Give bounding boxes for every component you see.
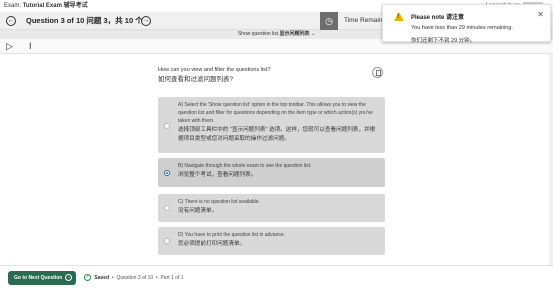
check-circle-icon: ✓ xyxy=(84,274,91,282)
toast-title: Please note 请注意 xyxy=(411,15,465,21)
answer-option-c[interactable]: C) There is no question list available. … xyxy=(158,194,385,222)
close-icon[interactable]: ✕ xyxy=(537,11,544,19)
option-letter: C) xyxy=(178,199,184,205)
arrow-right-icon: → xyxy=(65,274,72,281)
option-text-en: There is no question list available. xyxy=(184,199,260,205)
question-title: Question 3 of 10 问题 3，共 10 个 xyxy=(26,16,143,25)
option-text-en: You have to print the question list in a… xyxy=(184,232,286,238)
bookmark-icon[interactable] xyxy=(372,67,383,78)
option-text-zh: 您必须提前打印问题清单。 xyxy=(178,241,246,247)
show-list-label: Show question list xyxy=(237,31,279,37)
radio-option-b[interactable] xyxy=(164,170,170,176)
exam-name: Tutorial Exam 辅导考试 xyxy=(22,3,88,9)
clock-icon[interactable]: ◷ xyxy=(320,12,338,30)
time-warning-toast: ! Please note 请注意 ✕ You have less than 2… xyxy=(382,4,551,44)
option-text-zh: 没有问题清单。 xyxy=(178,208,218,214)
show-list-label-zh: 显示问题列表 xyxy=(279,31,310,37)
next-question-icon[interactable]: → xyxy=(141,16,151,26)
option-letter: A) xyxy=(178,102,183,108)
chevron-down-icon: ⌄ xyxy=(310,31,316,37)
exam-prefix: Exam: xyxy=(4,3,22,9)
radio-option-d[interactable] xyxy=(164,238,170,244)
option-letter: D) xyxy=(178,232,184,238)
option-letter: B) xyxy=(178,163,183,169)
page-select-icon[interactable]: ▷ xyxy=(6,41,13,52)
text-cursor-icon[interactable]: I xyxy=(29,41,32,52)
answer-option-a[interactable]: A) Select the 'Show question list' optio… xyxy=(158,97,385,153)
question-text-zh: 如何查看和过滤问题列表? xyxy=(158,76,234,83)
option-text-en: Navigate through the whole exam to see t… xyxy=(184,163,312,169)
next-button-label: Go to Next Question xyxy=(14,275,63,281)
option-text-en: Select the 'Show question list' option i… xyxy=(178,102,373,124)
go-to-next-question-button[interactable]: Go to Next Question → xyxy=(8,271,76,285)
warning-icon xyxy=(394,12,404,21)
toast-message-en: You have less than 29 minutes remaining. xyxy=(411,25,513,31)
question-text-en: How can you view and filter the question… xyxy=(158,67,271,73)
footer-bar: Go to Next Question → ✓ Saved • Question… xyxy=(0,265,553,294)
question-stem: How can you view and filter the question… xyxy=(158,66,390,85)
answer-option-d[interactable]: D) You have to print the question list i… xyxy=(158,227,385,255)
part-status: Part 1 of 1 xyxy=(160,275,184,281)
answer-option-b[interactable]: B) Navigate through the whole exam to se… xyxy=(158,158,385,187)
question-status: Question 3 of 10 xyxy=(116,275,154,281)
radio-option-a[interactable] xyxy=(164,123,170,129)
option-text-zh: 浏览整个考试，查看问题列表。 xyxy=(178,172,257,178)
option-text-zh: 选择顶部工具栏中的 "显示问题列表" 选项。这样，您就可以查看问题列表，并根据项… xyxy=(178,127,376,142)
save-status: ✓ Saved • Question 3 of 10 • Part 1 of 1 xyxy=(84,274,184,282)
toast-message-zh: 你们还剩下不到 29 分钟。 xyxy=(411,38,476,44)
saved-label: Saved xyxy=(94,275,110,281)
radio-option-c[interactable] xyxy=(164,205,170,211)
scrollbar[interactable] xyxy=(549,54,553,265)
previous-question-icon[interactable]: ← xyxy=(6,16,16,26)
